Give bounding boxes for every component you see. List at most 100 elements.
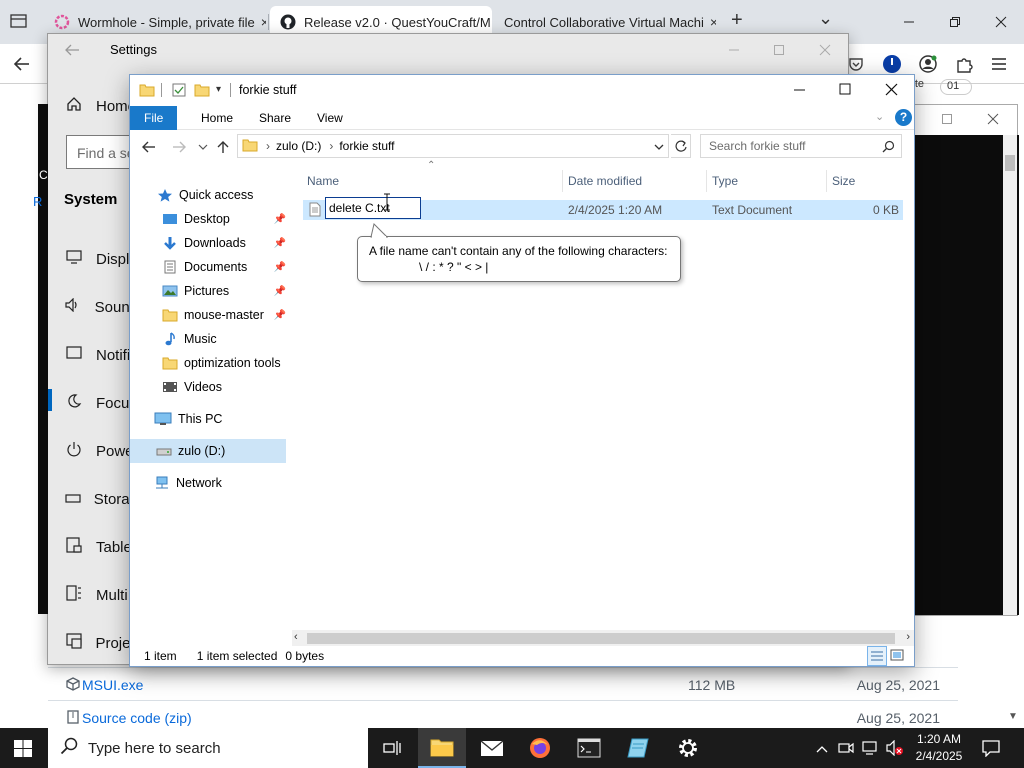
new-folder-icon[interactable] — [194, 83, 210, 100]
explorer-titlebar[interactable]: ▾ forkie stuff — [130, 75, 914, 106]
asset-row[interactable]: MSUI.exe 112 MB Aug 25, 2021 — [48, 667, 958, 701]
settings-nav-multitasking[interactable]: Multi — [48, 575, 138, 615]
nav-back-icon[interactable] — [138, 136, 160, 158]
ribbon-tab-file[interactable]: File — [130, 106, 178, 130]
firefox-icon[interactable] — [516, 728, 564, 768]
settings-close-icon[interactable] — [819, 44, 831, 59]
breadcrumb-chevron-icon[interactable]: › — [266, 139, 270, 153]
page-scroll-down-icon[interactable]: ▼ — [1008, 711, 1018, 722]
pin-icon[interactable]: 📌 — [274, 310, 286, 321]
explorer-maximize-icon[interactable] — [839, 83, 851, 98]
nav-videos[interactable]: Videos — [130, 375, 292, 399]
nav-forward-icon[interactable] — [168, 136, 190, 158]
task-view-icon[interactable] — [368, 728, 416, 768]
pin-icon[interactable]: 📌 — [274, 286, 286, 297]
breadcrumb-chevron-icon[interactable]: › — [329, 139, 333, 153]
breadcrumb-drive[interactable]: zulo (D:) — [276, 139, 321, 153]
account-icon[interactable] — [918, 54, 938, 77]
settings-nav-sound[interactable]: Sound — [48, 287, 138, 327]
rename-input[interactable]: delete C.txt — [325, 197, 421, 219]
ribbon-tab-share[interactable]: Share — [245, 106, 305, 130]
nav-pictures[interactable]: Pictures 📌 — [130, 279, 292, 303]
settings-gear-icon[interactable] — [664, 728, 712, 768]
address-bar[interactable]: › zulo (D:) › forkie stuff — [237, 134, 669, 158]
asset-link[interactable]: MSUI.exe — [82, 677, 143, 693]
start-windows-icon[interactable] — [14, 740, 32, 760]
scroll-left-icon[interactable]: ‹ — [294, 631, 298, 643]
qat-dropdown-icon[interactable]: ▾ — [216, 84, 221, 95]
settings-maximize-icon[interactable] — [773, 44, 785, 59]
browser-restore-button[interactable] — [932, 0, 978, 44]
horizontal-scrollbar[interactable]: ‹ › — [292, 630, 914, 646]
tab-list-dropdown[interactable]: ⌄ — [818, 8, 833, 29]
nav-optimization-tools[interactable]: optimization tools — [130, 351, 292, 375]
nav-this-pc[interactable]: This PC — [130, 407, 292, 431]
tab-actions-icon[interactable] — [10, 13, 28, 29]
network-status-icon[interactable] — [862, 740, 878, 759]
close-tab-icon[interactable]: × — [491, 14, 492, 30]
column-header-size[interactable]: Size — [832, 170, 902, 192]
asset-link[interactable]: Source code (zip) — [82, 710, 192, 726]
extensions-icon[interactable] — [955, 55, 973, 76]
breadcrumb-folder[interactable]: forkie stuff — [339, 139, 394, 153]
nav-downloads[interactable]: Downloads 📌 — [130, 231, 292, 255]
refresh-icon[interactable] — [671, 134, 691, 158]
show-hidden-icons-icon[interactable] — [816, 742, 828, 756]
column-divider[interactable] — [826, 170, 827, 192]
column-header-name[interactable]: Name — [307, 170, 557, 192]
ribbon-tab-home[interactable]: Home — [187, 106, 247, 130]
nav-network[interactable]: Network — [130, 471, 292, 495]
console-maximize-icon[interactable] — [941, 113, 953, 128]
settings-nav-focus[interactable]: Focus — [48, 383, 138, 423]
close-tab-icon[interactable]: × — [704, 14, 716, 30]
settings-nav-display[interactable]: Displa — [48, 239, 138, 279]
file-row[interactable]: delete C.txt 2/4/2025 1:20 AM Text Docum… — [303, 197, 903, 220]
taskbar-clock[interactable]: 1:20 AM 2/4/2025 — [904, 731, 974, 765]
nav-documents[interactable]: Documents 📌 — [130, 255, 292, 279]
back-icon[interactable] — [12, 54, 32, 77]
details-view-icon[interactable] — [867, 646, 887, 666]
nav-drive-d[interactable]: zulo (D:) — [130, 439, 286, 463]
explorer-close-icon[interactable] — [885, 83, 898, 99]
column-divider[interactable] — [562, 170, 563, 192]
properties-icon[interactable] — [172, 83, 186, 100]
settings-minimize-icon[interactable] — [728, 44, 740, 59]
nav-quick-access[interactable]: Quick access — [130, 183, 292, 207]
meet-now-icon[interactable] — [838, 740, 854, 759]
pin-icon[interactable]: 📌 — [274, 238, 286, 249]
nav-desktop[interactable]: Desktop 📌 — [130, 207, 292, 231]
settings-home-item[interactable]: Home — [48, 86, 138, 126]
file-explorer-window[interactable]: ▾ forkie stuff File Home Share View ⌄ ? … — [129, 74, 915, 667]
file-explorer-taskbar-icon[interactable] — [418, 728, 466, 768]
pocket-icon[interactable] — [848, 56, 864, 75]
new-tab-button[interactable]: + — [731, 9, 743, 32]
large-icons-view-icon[interactable] — [890, 649, 904, 664]
column-divider[interactable] — [706, 170, 707, 192]
settings-back-icon[interactable] — [64, 43, 80, 60]
close-tab-icon[interactable]: × — [255, 14, 266, 30]
notifications-icon[interactable] — [982, 739, 1000, 760]
nav-music[interactable]: Music — [130, 327, 292, 351]
search-input[interactable]: Search forkie stuff — [700, 134, 902, 158]
pin-icon[interactable]: 📌 — [274, 262, 286, 273]
settings-nav-storage[interactable]: Storag — [48, 479, 138, 519]
settings-nav-projecting[interactable]: Projec — [48, 623, 138, 663]
column-header-date[interactable]: Date modified — [568, 170, 704, 192]
console-scrollbar[interactable] — [1003, 135, 1017, 615]
console-close-icon[interactable] — [987, 113, 999, 128]
help-icon[interactable]: ? — [895, 109, 912, 126]
address-dropdown-icon[interactable] — [654, 140, 664, 154]
recent-locations-icon[interactable] — [192, 136, 214, 158]
search-icon[interactable] — [882, 140, 895, 156]
nav-mouse-master[interactable]: mouse-master 📌 — [130, 303, 292, 327]
mail-icon[interactable] — [468, 728, 516, 768]
up-folder-icon[interactable] — [212, 136, 234, 158]
ribbon-expand-icon[interactable]: ⌄ — [875, 110, 884, 123]
scroll-right-icon[interactable]: › — [906, 631, 910, 643]
settings-nav-power[interactable]: Powe — [48, 431, 138, 471]
ribbon-tab-view[interactable]: View — [303, 106, 357, 130]
file-list[interactable]: ⌃ Name Date modified Type Size delete C.… — [292, 160, 914, 630]
settings-nav-tablet[interactable]: Table — [48, 527, 138, 567]
scrollbar-thumb[interactable] — [307, 633, 895, 644]
console-window[interactable] — [910, 104, 1019, 616]
